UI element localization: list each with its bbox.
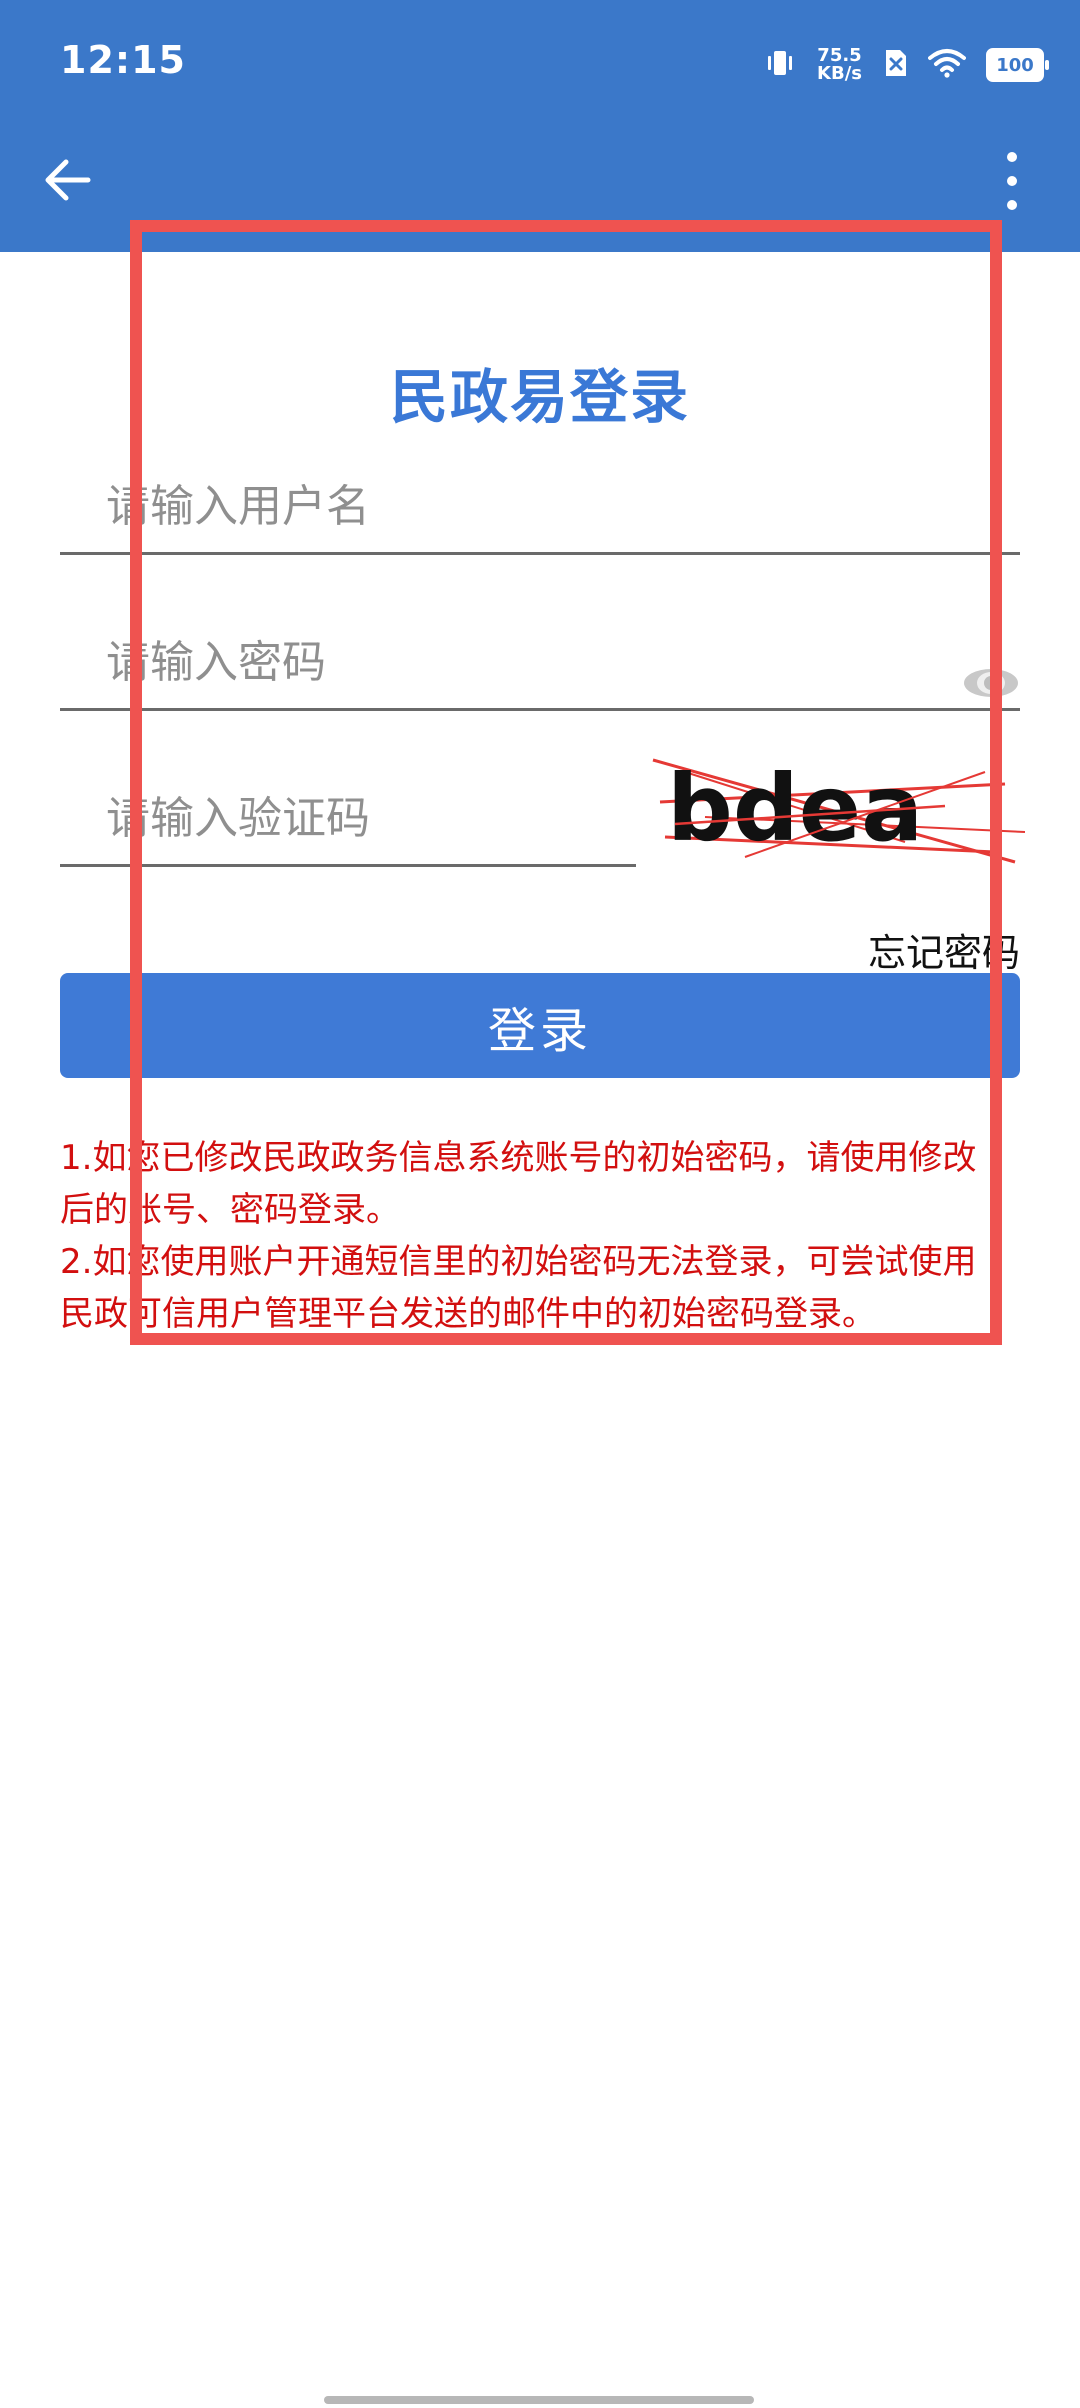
top-app-bar: 12:15 75.5 KB/s 100 xyxy=(0,0,1080,252)
more-vertical-icon xyxy=(1007,152,1017,210)
back-button[interactable] xyxy=(36,150,96,210)
login-notice: 1.如您已修改民政政务信息系统账号的初始密码，请使用修改后的账号、密码登录。 2… xyxy=(60,1132,1000,1340)
battery-icon: 100 xyxy=(986,48,1049,82)
login-screen: 12:15 75.5 KB/s 100 民政易登录 请输入用户名 请输入验证码 … xyxy=(0,0,1080,2408)
home-indicator[interactable] xyxy=(324,2396,754,2404)
network-speed-unit: KB/s xyxy=(817,63,862,84)
captcha-input[interactable] xyxy=(104,792,564,845)
notice-item-2: 2.如您使用账户开通短信里的初始密码无法登录，可尝试使用民政可信用户管理平台发送… xyxy=(60,1242,977,1334)
username-input[interactable] xyxy=(104,480,948,533)
wifi-icon xyxy=(928,48,966,82)
login-button[interactable]: 登录 xyxy=(60,973,1020,1078)
vibrate-icon xyxy=(763,46,797,84)
password-input[interactable] xyxy=(104,636,948,689)
captcha-image[interactable]: bdea xyxy=(645,742,1026,872)
no-sim-icon xyxy=(882,48,908,82)
password-field xyxy=(60,618,1020,711)
more-options-button[interactable] xyxy=(994,146,1030,216)
forgot-password-link[interactable]: 忘记密码 xyxy=(868,922,1020,977)
battery-level: 100 xyxy=(996,54,1034,76)
captcha-field xyxy=(60,774,636,867)
notice-item-1: 1.如您已修改民政政务信息系统账号的初始密码，请使用修改后的账号、密码登录。 xyxy=(60,1138,977,1230)
network-speed: 75.5 KB/s xyxy=(817,47,862,83)
status-icons: 75.5 KB/s 100 xyxy=(763,40,1049,90)
back-arrow-icon xyxy=(45,159,91,201)
eye-icon xyxy=(964,669,1018,697)
show-password-toggle[interactable] xyxy=(962,666,1020,700)
page-title: 民政易登录 xyxy=(389,363,690,431)
status-time: 12:15 xyxy=(60,38,186,82)
username-field xyxy=(60,462,1020,555)
